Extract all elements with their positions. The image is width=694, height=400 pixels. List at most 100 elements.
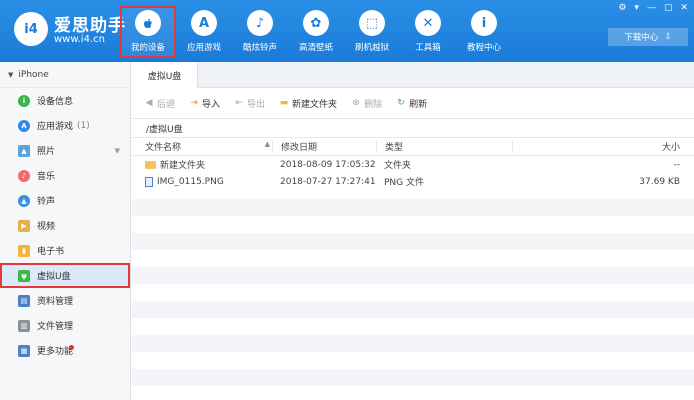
- nav-flash-jailbreak[interactable]: ⬚ 刷机越狱: [344, 6, 400, 58]
- minimize-icon[interactable]: —: [647, 3, 656, 13]
- nav-toolbox[interactable]: ✕ 工具箱: [400, 6, 456, 58]
- tools-icon: ✕: [415, 10, 441, 36]
- flower-icon: ✿: [303, 10, 329, 36]
- device-name: iPhone: [18, 69, 49, 80]
- sidebar-item-label: 照片: [37, 147, 56, 157]
- sidebar-item-videos[interactable]: ▶ 视频: [0, 213, 130, 238]
- photo-icon: ▲: [18, 144, 30, 157]
- png-file-icon: [145, 176, 153, 187]
- current-path: /虚拟U盘: [146, 124, 183, 135]
- sidebar-item-music[interactable]: ♪ 音乐: [0, 163, 130, 188]
- sidebar-item-label: 虚拟U盘: [37, 272, 71, 282]
- appstore-icon: A: [18, 119, 30, 132]
- nav-label: 我的设备: [130, 43, 165, 53]
- file-type: PNG 文件: [384, 178, 424, 188]
- files-icon: ▥: [18, 319, 30, 332]
- window-controls: ⚙ ▾ — ▢ ✕: [618, 3, 688, 13]
- sidebar-item-label: 音乐: [37, 172, 56, 182]
- download-center-label: 下载中心: [624, 33, 659, 43]
- main-panel: 虚拟U盘 ◀ 后退 ⇥ 导入 ⇤ 导出 ▬ 新建文件夹 ⊗ 删除 ↻ 刷新 /虚…: [132, 62, 694, 400]
- sidebar-item-ebooks[interactable]: ▮ 电子书: [0, 238, 130, 263]
- bell-icon: ♪: [247, 10, 273, 36]
- app-name: 爱思助手: [54, 16, 126, 36]
- back-button[interactable]: ◀ 后退: [144, 97, 175, 110]
- bell-icon: ▲: [18, 194, 30, 207]
- column-date-header[interactable]: 修改日期: [272, 140, 376, 153]
- file-type: 文件夹: [384, 161, 412, 171]
- chevron-down-icon[interactable]: ▼: [115, 147, 120, 155]
- sidebar-item-virtual-udisk[interactable]: ψ 虚拟U盘: [0, 263, 130, 288]
- file-date: 2018-07-27 17:27:41: [280, 176, 376, 187]
- toolbar: ◀ 后退 ⇥ 导入 ⇤ 导出 ▬ 新建文件夹 ⊗ 删除 ↻ 刷新: [132, 88, 694, 118]
- skin-icon[interactable]: ▾: [634, 3, 639, 13]
- sidebar: ▼ iPhone i 设备信息 A 应用游戏 (1) ▲ 照片 ▼ ♪ 音乐 ▲…: [0, 62, 131, 400]
- sidebar-item-ringtones[interactable]: ▲ 铃声: [0, 188, 130, 213]
- device-selector[interactable]: ▼ iPhone: [0, 62, 130, 88]
- tab-virtual-udisk[interactable]: 虚拟U盘: [132, 62, 198, 88]
- nav-label: 工具箱: [415, 43, 441, 53]
- sidebar-item-data-management[interactable]: ▤ 资料管理: [0, 288, 130, 313]
- table-row[interactable]: IMG_0115.PNG 2018-07-27 17:27:41 PNG 文件 …: [132, 173, 694, 190]
- export-button[interactable]: ⇤ 导出: [234, 97, 265, 110]
- file-date: 2018-08-09 17:05:32: [280, 159, 376, 170]
- new-folder-button[interactable]: ▬ 新建文件夹: [279, 97, 337, 110]
- sidebar-item-label: 资料管理: [37, 297, 74, 307]
- file-table: 新建文件夹 2018-08-09 17:05:32 文件夹 -- IMG_011…: [132, 156, 694, 190]
- appstore-icon: A: [191, 10, 217, 36]
- info-icon: i: [18, 94, 30, 107]
- sidebar-item-device-info[interactable]: i 设备信息: [0, 88, 130, 113]
- file-size: --: [673, 159, 681, 170]
- usb-icon: ψ: [18, 269, 30, 282]
- table-row[interactable]: 新建文件夹 2018-08-09 17:05:32 文件夹 --: [132, 156, 694, 173]
- video-icon: ▶: [18, 219, 30, 232]
- sidebar-item-label: 应用游戏: [37, 122, 74, 132]
- nav-wallpapers[interactable]: ✿ 高清壁纸: [288, 6, 344, 58]
- delete-icon: ⊗: [352, 98, 360, 108]
- sidebar-item-label: 文件管理: [37, 322, 74, 332]
- download-arrow-icon: ⇩: [664, 32, 672, 42]
- export-label: 导出: [247, 99, 266, 110]
- nav-label: 酷炫铃声: [242, 43, 277, 53]
- nav-tutorials[interactable]: i 教程中心: [456, 6, 512, 58]
- path-bar: /虚拟U盘: [132, 118, 694, 138]
- top-nav: 我的设备 A 应用游戏 ♪ 酷炫铃声 ✿ 高清壁纸 ⬚ 刷机越狱 ✕ 工具箱 i…: [120, 6, 512, 58]
- column-type-header[interactable]: 类型: [376, 140, 512, 153]
- column-name-header[interactable]: 文件名称 ▲: [132, 140, 272, 153]
- app-url: www.i4.cn: [54, 34, 105, 45]
- import-label: 导入: [202, 99, 221, 110]
- refresh-icon: ↻: [397, 98, 405, 108]
- nav-my-device[interactable]: 我的设备: [120, 6, 176, 58]
- sidebar-item-label: 视频: [37, 222, 56, 232]
- folder-icon: [145, 160, 156, 169]
- sidebar-item-label: 设备信息: [37, 97, 74, 107]
- nav-label: 刷机越狱: [354, 43, 389, 53]
- file-size: 37.69 KB: [639, 176, 680, 187]
- box-icon: ⬚: [359, 10, 385, 36]
- import-button[interactable]: ⇥ 导入: [189, 97, 220, 110]
- sidebar-item-photos[interactable]: ▲ 照片 ▼: [0, 138, 130, 163]
- settings-icon[interactable]: ⚙: [618, 3, 626, 13]
- tab-bar: 虚拟U盘: [132, 62, 694, 88]
- file-name: IMG_0115.PNG: [157, 176, 224, 187]
- sort-asc-icon: ▲: [264, 140, 270, 148]
- refresh-button[interactable]: ↻ 刷新: [396, 97, 427, 110]
- table-header: 文件名称 ▲ 修改日期 类型 大小: [132, 138, 694, 156]
- column-size-header[interactable]: 大小: [512, 140, 694, 153]
- sidebar-item-file-management[interactable]: ▥ 文件管理: [0, 313, 130, 338]
- sidebar-item-label: 铃声: [37, 197, 56, 207]
- close-icon[interactable]: ✕: [680, 3, 688, 13]
- music-icon: ♪: [18, 169, 30, 182]
- title-bar: i4 爱思助手 www.i4.cn 我的设备 A 应用游戏 ♪ 酷炫铃声 ✿ 高…: [0, 0, 694, 62]
- apple-icon: [135, 10, 161, 36]
- sidebar-item-more-features[interactable]: ▦ 更多功能: [0, 338, 130, 363]
- sidebar-item-apps-games[interactable]: A 应用游戏 (1): [0, 113, 130, 138]
- download-center-button[interactable]: 下载中心 ⇩: [608, 28, 688, 46]
- nav-ringtones[interactable]: ♪ 酷炫铃声: [232, 6, 288, 58]
- sidebar-item-label: 更多功能: [37, 347, 74, 357]
- nav-apps-games[interactable]: A 应用游戏: [176, 6, 232, 58]
- maximize-icon[interactable]: ▢: [664, 3, 673, 13]
- new-folder-icon: ▬: [279, 98, 289, 108]
- delete-button[interactable]: ⊗ 删除: [351, 97, 382, 110]
- sidebar-item-label: 电子书: [37, 247, 65, 257]
- contacts-icon: ▤: [18, 294, 30, 307]
